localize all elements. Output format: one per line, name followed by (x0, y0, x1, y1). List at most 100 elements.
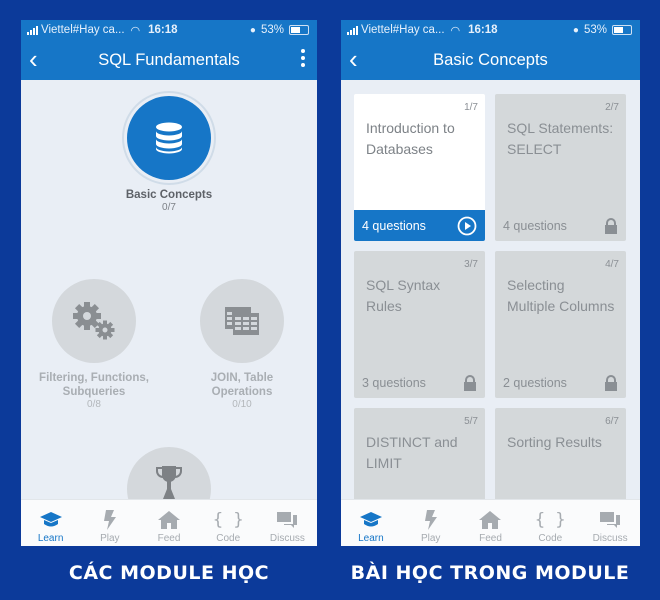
tab-learn[interactable]: Learn (21, 500, 80, 546)
module-join-table-operations[interactable]: JOIN, Table Operations 0/10 (185, 279, 299, 411)
lesson-title: DISTINCT and LIMIT (366, 434, 458, 471)
tab-bar: Learn Play Feed { } Code Discuss (341, 499, 640, 546)
tab-learn[interactable]: Learn (341, 500, 401, 546)
modules-screen: Viettel#Hay ca... ◠ 16:18 ● 53% ‹ SQL Fu… (21, 20, 317, 546)
lesson-card[interactable]: 1/7 Introduction to Databases 4 question… (354, 94, 485, 241)
chevron-left-icon: ‹ (349, 44, 358, 74)
lesson-card[interactable]: 2/7 SQL Statements: SELECT 4 questions (495, 94, 626, 241)
home-icon (158, 511, 180, 529)
tab-label: Learn (37, 533, 64, 544)
tab-play[interactable]: Play (80, 500, 139, 546)
play-icon[interactable] (457, 216, 477, 236)
lock-icon (605, 374, 617, 391)
battery-icon (289, 25, 309, 35)
lock-icon (464, 374, 476, 391)
gears-icon (73, 302, 115, 340)
alarm-icon: ● (572, 24, 579, 36)
lesson-title: Selecting Multiple Columns (507, 277, 615, 314)
chat-icon (277, 512, 298, 528)
tab-discuss[interactable]: Discuss (580, 500, 640, 546)
caption-right: BÀI HỌC TRONG MODULE (350, 562, 630, 584)
module-icon-circle (52, 279, 136, 363)
lightning-icon (103, 510, 116, 530)
back-button[interactable]: ‹ (29, 46, 38, 72)
tab-code[interactable]: { } Code (199, 500, 258, 546)
battery-percent: 53% (583, 24, 607, 36)
lesson-card[interactable]: 4/7 Selecting Multiple Columns 2 questio… (495, 251, 626, 398)
module-filtering-functions-subqueries[interactable]: Filtering, Functions, Subqueries 0/8 (27, 279, 161, 411)
lesson-title: SQL Statements: SELECT (507, 120, 614, 157)
wifi-icon: ◠ (130, 24, 141, 37)
module-icon-circle (127, 96, 211, 180)
tab-label: Play (100, 533, 120, 544)
braces-icon: { } (212, 510, 244, 530)
lock-icon (605, 217, 617, 234)
module-title: Basic Concepts (125, 189, 213, 201)
question-count: 2 questions (503, 375, 567, 390)
module-progress: 0/8 (87, 399, 101, 410)
signal-icon (347, 25, 358, 35)
lesson-card[interactable]: 3/7 SQL Syntax Rules 3 questions (354, 251, 485, 398)
status-time: 16:18 (148, 24, 178, 36)
lesson-index: 3/7 (464, 259, 478, 270)
battery-percent: 53% (260, 24, 284, 36)
lesson-title: SQL Syntax Rules (366, 277, 441, 314)
question-count: 4 questions (503, 218, 567, 233)
tab-label: Code (216, 533, 241, 544)
tab-play[interactable]: Play (401, 500, 461, 546)
home-icon (479, 511, 502, 529)
module-title: Filtering, Functions, Subqueries (39, 372, 149, 398)
nav-bar: ‹ SQL Fundamentals (21, 40, 317, 80)
question-count: 3 questions (362, 375, 426, 390)
alarm-icon: ● (249, 24, 256, 36)
status-time: 16:18 (468, 24, 498, 36)
wifi-icon: ◠ (450, 24, 461, 37)
lesson-title: Introduction to Databases (366, 120, 455, 157)
status-bar: Viettel#Hay ca... ◠ 16:18 ● 53% (21, 20, 317, 40)
lessons-screen: Viettel#Hay ca... ◠ 16:18 ● 53% ‹ Basic … (341, 20, 640, 546)
trophy-icon (156, 466, 182, 499)
tab-code[interactable]: { } Code (520, 500, 580, 546)
module-title: JOIN, Table Operations (210, 372, 274, 398)
tab-bar: Learn Play Feed { } Code Discuss (21, 499, 317, 546)
tab-label: Learn (358, 533, 384, 544)
tab-feed[interactable]: Feed (461, 500, 521, 546)
caption-left: CÁC MODULE HỌC (68, 562, 270, 584)
tab-feed[interactable]: Feed (139, 500, 198, 546)
tab-discuss[interactable]: Discuss (258, 500, 317, 546)
status-bar: Viettel#Hay ca... ◠ 16:18 ● 53% (341, 20, 640, 40)
tab-label: Feed (479, 533, 502, 544)
module-progress: 0/10 (232, 399, 252, 410)
lesson-index: 5/7 (464, 416, 478, 427)
chat-icon (600, 512, 621, 528)
page-title: Basic Concepts (433, 50, 548, 69)
chevron-left-icon: ‹ (29, 44, 38, 74)
lesson-index: 6/7 (605, 416, 619, 427)
database-icon (156, 122, 182, 154)
table-icon (225, 307, 259, 335)
graduation-cap-icon (359, 512, 382, 527)
lesson-index: 2/7 (605, 102, 619, 113)
braces-icon: { } (534, 510, 566, 530)
module-progress: 0/7 (162, 202, 176, 213)
more-options-button[interactable] (301, 49, 305, 67)
signal-icon (27, 25, 38, 35)
nav-bar: ‹ Basic Concepts (341, 40, 640, 80)
question-count: 4 questions (362, 218, 426, 233)
tab-label: Code (538, 533, 563, 544)
module-icon-circle (200, 279, 284, 363)
lesson-title: Sorting Results (507, 434, 602, 450)
graduation-cap-icon (39, 512, 62, 527)
lesson-index: 1/7 (464, 102, 478, 113)
lesson-index: 4/7 (605, 259, 619, 270)
tab-label: Discuss (269, 533, 305, 544)
tab-label: Discuss (592, 533, 628, 544)
back-button[interactable]: ‹ (349, 46, 358, 72)
tab-label: Play (420, 533, 441, 544)
module-basic-concepts[interactable]: Basic Concepts 0/7 (99, 96, 239, 214)
lightning-icon (424, 510, 437, 530)
carrier-name: Viettel#Hay ca... (361, 24, 445, 36)
tab-label: Feed (157, 533, 181, 544)
carrier-name: Viettel#Hay ca... (41, 24, 125, 36)
battery-icon (612, 25, 632, 35)
